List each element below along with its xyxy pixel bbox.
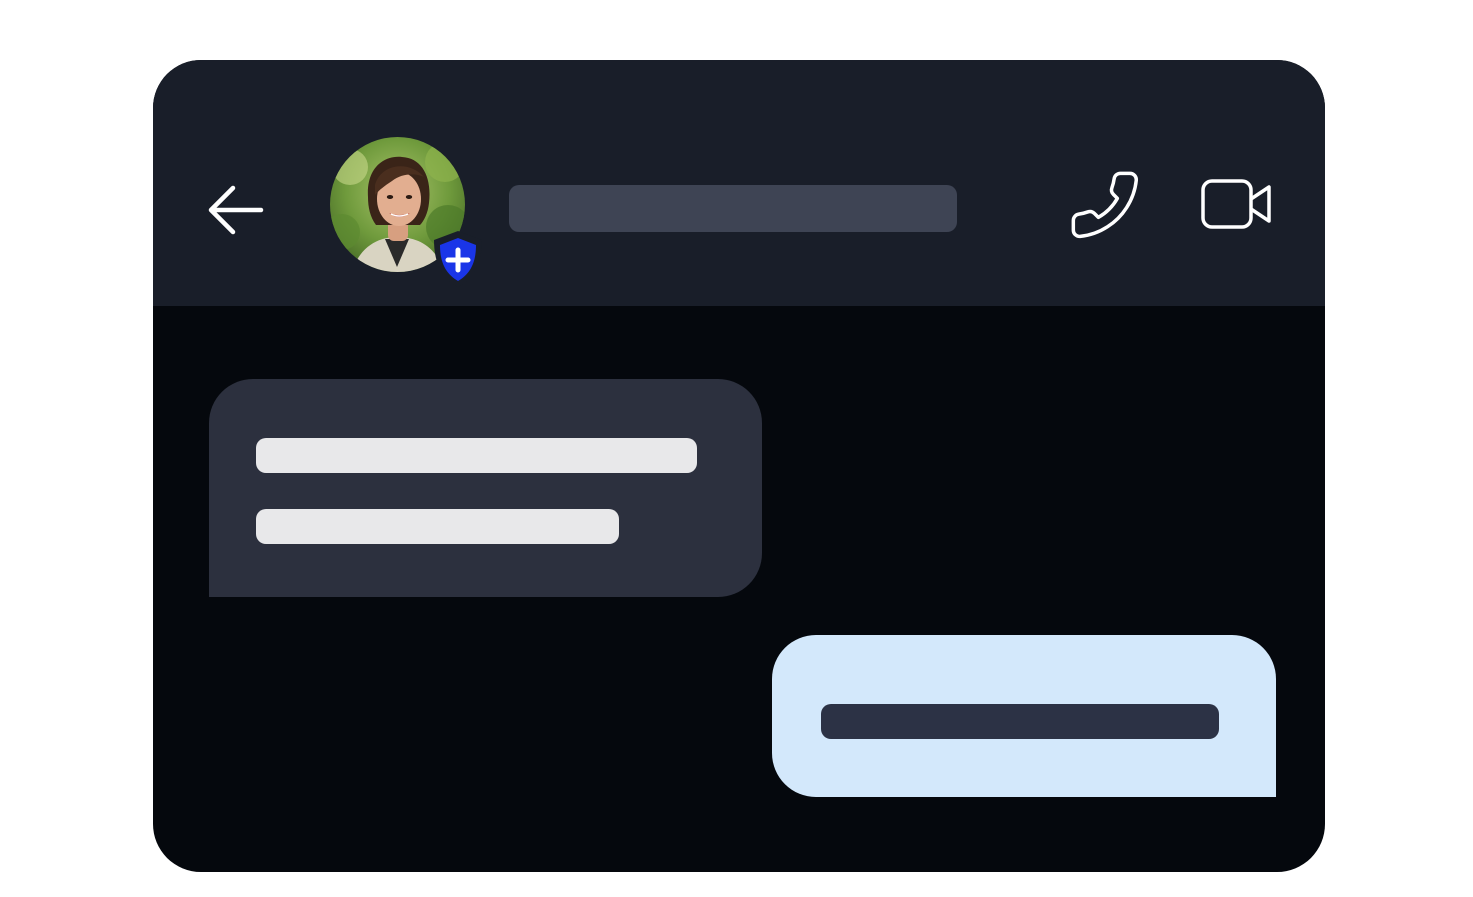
message-list	[153, 306, 1325, 872]
verified-badge	[430, 229, 486, 289]
message-text-placeholder	[256, 438, 697, 473]
message-text-placeholder	[821, 704, 1219, 739]
arrow-left-icon	[208, 185, 264, 235]
video-camera-icon	[1201, 179, 1271, 229]
contact-avatar[interactable]	[330, 137, 490, 289]
incoming-message-bubble[interactable]	[209, 379, 762, 597]
chat-window	[153, 60, 1325, 872]
message-text-placeholder	[256, 509, 619, 544]
contact-name-placeholder	[509, 185, 957, 232]
voice-call-button[interactable]	[1067, 167, 1143, 243]
outgoing-message-bubble[interactable]	[772, 635, 1276, 797]
phone-icon	[1071, 171, 1139, 239]
back-button[interactable]	[203, 180, 275, 240]
chat-header	[153, 60, 1325, 306]
shield-plus-icon	[434, 231, 482, 287]
video-call-button[interactable]	[1199, 175, 1275, 235]
